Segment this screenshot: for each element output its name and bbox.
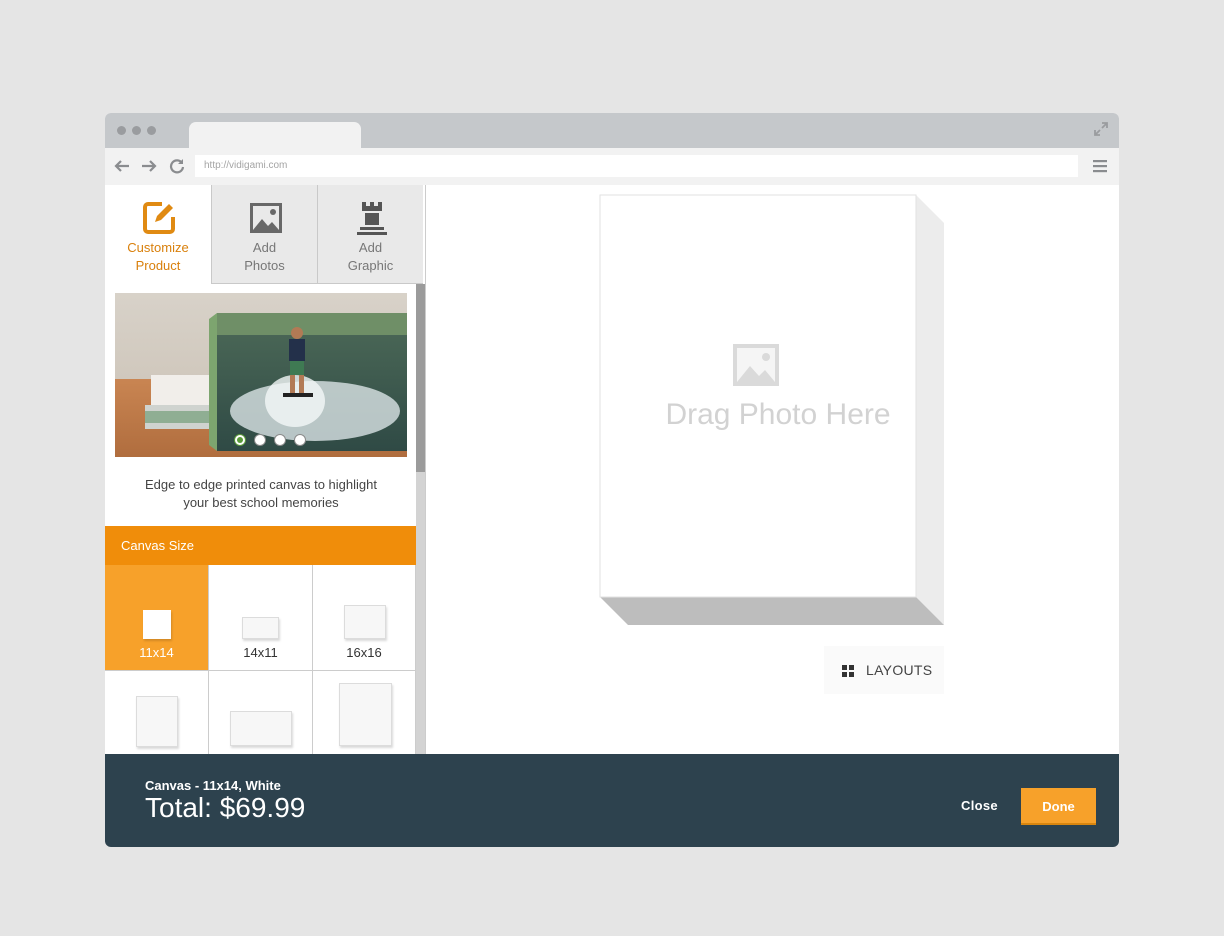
tab-customize-product[interactable]: Customize Product xyxy=(105,185,211,284)
size-thumbnail xyxy=(242,617,279,639)
size-label: 14x11 xyxy=(243,645,278,660)
size-thumbnail xyxy=(344,605,386,639)
layouts-button[interactable]: LAYOUTS xyxy=(824,646,944,694)
size-thumbnail xyxy=(339,683,392,746)
tab-label-line2: Product xyxy=(135,258,181,273)
done-button[interactable]: Done xyxy=(1021,788,1096,825)
tab-label-line1: Add xyxy=(252,240,277,255)
browser-toolbar: http://vidigami.com xyxy=(105,148,1119,185)
carousel-dot[interactable] xyxy=(294,434,306,446)
size-option-14x11[interactable]: 14x11 xyxy=(209,565,313,671)
reload-icon[interactable] xyxy=(168,158,186,174)
menu-icon[interactable] xyxy=(1093,159,1107,173)
browser-window: http://vidigami.com Customize Product Ad… xyxy=(105,113,1119,847)
size-thumbnail xyxy=(230,711,292,746)
sidebar-scrollbar-thumb[interactable] xyxy=(416,284,425,472)
edit-icon xyxy=(143,202,175,234)
size-option-16x16[interactable]: 16x16 xyxy=(313,565,416,671)
size-option-11x14[interactable]: 11x14 xyxy=(105,565,209,671)
browser-titlebar xyxy=(105,113,1119,148)
description-line1: Edge to edge printed canvas to highlight xyxy=(144,477,377,492)
grid-icon xyxy=(842,665,854,677)
window-dot-close[interactable] xyxy=(117,126,126,135)
window-dot-maximize[interactable] xyxy=(147,126,156,135)
tab-label-line1: Add xyxy=(358,240,383,255)
description-line2: your best school memories xyxy=(183,495,339,510)
size-label: 11x14 xyxy=(139,645,174,660)
rook-icon xyxy=(357,202,387,235)
product-description: Edge to edge printed canvas to highlight… xyxy=(115,476,407,512)
order-total: Total: $69.99 xyxy=(145,792,306,823)
layouts-label: LAYOUTS xyxy=(866,662,933,678)
product-photo xyxy=(115,293,407,457)
expand-icon[interactable] xyxy=(1093,121,1109,137)
browser-tab[interactable] xyxy=(189,122,361,148)
close-button[interactable]: Close xyxy=(961,798,998,813)
forward-arrow-icon[interactable] xyxy=(140,158,158,174)
address-bar[interactable]: http://vidigami.com xyxy=(195,155,1078,177)
tab-add-photos[interactable]: Add Photos xyxy=(211,185,317,284)
tab-add-graphic[interactable]: Add Graphic xyxy=(317,185,423,284)
size-grid: 11x14 14x11 16x16 xyxy=(105,565,416,777)
back-arrow-icon[interactable] xyxy=(113,158,131,174)
footer-bar: Canvas - 11x14, White Total: $69.99 Clos… xyxy=(105,754,1119,847)
canvas-preview xyxy=(599,194,944,625)
carousel-dot[interactable] xyxy=(254,434,266,446)
canvas-size-header: Canvas Size xyxy=(105,526,416,565)
image-icon xyxy=(250,203,282,233)
carousel-dot[interactable] xyxy=(274,434,286,446)
drop-zone-placeholder[interactable]: Drag Photo Here xyxy=(639,398,917,432)
sidebar: Customize Product Add Photos Add Graphic… xyxy=(105,185,426,777)
tab-label-line2: Graphic xyxy=(347,258,394,273)
product-summary: Canvas - 11x14, White xyxy=(145,778,281,793)
carousel-dot-active[interactable] xyxy=(234,434,246,446)
size-thumbnail xyxy=(143,610,171,639)
product-photo-image xyxy=(115,293,407,457)
window-dot-minimize[interactable] xyxy=(132,126,141,135)
tab-label-line2: Photos xyxy=(244,258,285,273)
canvas-workspace: Drag Photo Here LAYOUTS xyxy=(426,185,1119,754)
size-thumbnail xyxy=(136,696,178,747)
image-placeholder-icon xyxy=(733,344,779,386)
tab-label-line1: Customize xyxy=(127,240,189,255)
size-label: 16x16 xyxy=(346,645,382,660)
